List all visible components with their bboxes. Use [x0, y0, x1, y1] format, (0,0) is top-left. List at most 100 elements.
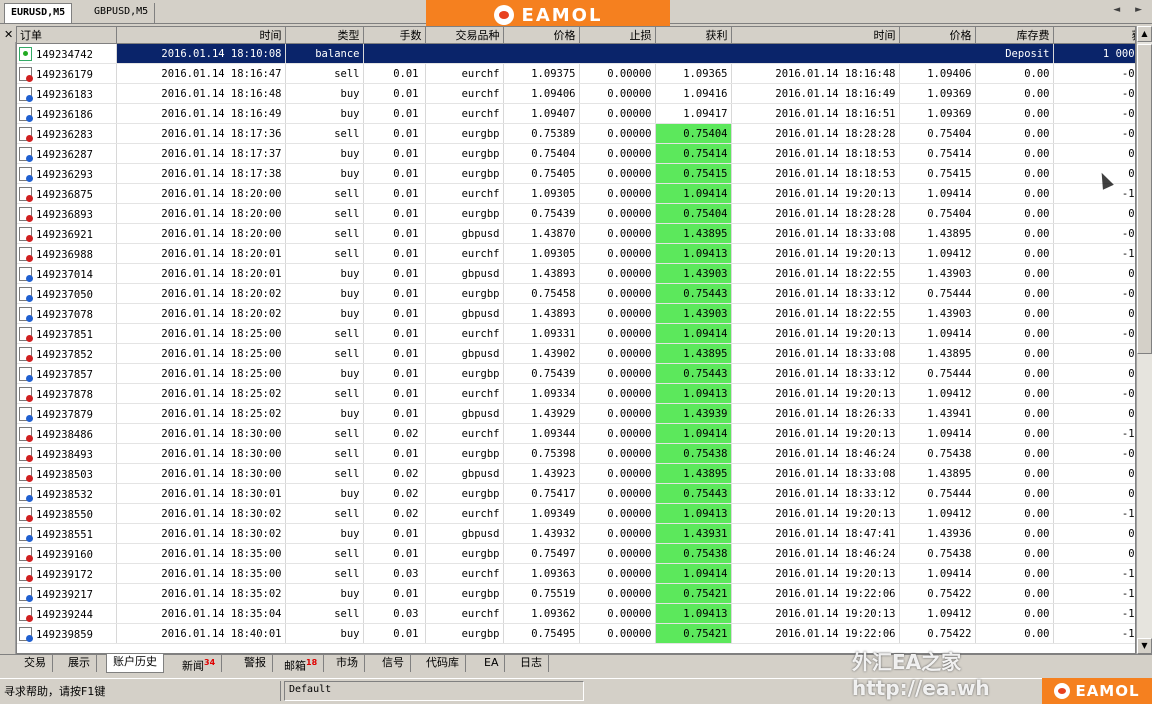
column-header[interactable]: 获利: [655, 27, 732, 44]
column-header[interactable]: 时间: [116, 27, 286, 44]
history-table: 订单时间类型手数交易品种价格止损获利时间价格库存费获利 149234742201…: [17, 27, 1135, 644]
tab-6[interactable]: 邮箱18: [278, 655, 325, 673]
scroll-up-icon[interactable]: ▲: [1137, 26, 1152, 42]
column-header[interactable]: 获利: [1053, 27, 1135, 44]
column-header[interactable]: 时间: [731, 27, 900, 44]
tab-2[interactable]: 展示: [62, 655, 97, 672]
tab-scroll-arrows[interactable]: ◄ ►: [1113, 5, 1148, 15]
brand-badge: EAMOL: [1042, 678, 1152, 704]
close-icon[interactable]: ✕: [4, 28, 13, 41]
table-row[interactable]: 149236988 2016.01.14 18:20:01 sell 0.01 eurc…: [17, 243, 1135, 264]
table-row[interactable]: 149236283 2016.01.14 18:17:36 sell 0.01 eurg…: [17, 123, 1135, 144]
column-header[interactable]: 库存费: [975, 27, 1054, 44]
table-row[interactable]: 149237878 2016.01.14 18:25:02 sell 0.01 eurc…: [17, 383, 1135, 404]
symbol-cell: gbpusd: [425, 223, 504, 244]
type-cell: buy: [285, 83, 364, 104]
table-row[interactable]: 149237879 2016.01.14 18:25:02 buy 0.01 gbpus…: [17, 403, 1135, 424]
column-header[interactable]: 价格: [899, 27, 976, 44]
table-row[interactable]: 149236293 2016.01.14 18:17:38 buy 0.01 eurgb…: [17, 163, 1135, 184]
status-dot: [26, 94, 33, 102]
column-header[interactable]: 止损: [579, 27, 656, 44]
price-cell: 0.75417: [503, 483, 580, 504]
column-header[interactable]: 订单: [17, 27, 117, 44]
sl-cell: 0.00000: [579, 203, 656, 224]
table-row[interactable]: 149236921 2016.01.14 18:20:00 sell 0.01 gbpu…: [17, 223, 1135, 244]
tab-4[interactable]: 新闻34: [176, 655, 223, 673]
tab-7[interactable]: 市场: [330, 655, 365, 672]
table-row[interactable]: 149236893 2016.01.14 18:20:00 sell 0.01 eurg…: [17, 203, 1135, 224]
tab-1[interactable]: 交易: [18, 655, 53, 672]
column-header[interactable]: 类型: [285, 27, 364, 44]
buy-order-icon: [19, 86, 33, 102]
tab-10[interactable]: EA: [478, 655, 506, 672]
time-cell: 2016.01.14 18:30:02: [116, 523, 286, 544]
time-cell: 2016.01.14 18:16:47: [116, 63, 286, 84]
table-row[interactable]: 149237050 2016.01.14 18:20:02 buy 0.01 eurgb…: [17, 283, 1135, 304]
time-cell: 2016.01.14 18:30:01: [116, 483, 286, 504]
order-cell: 149238551: [17, 523, 117, 544]
table-row[interactable]: 149236287 2016.01.14 18:17:37 buy 0.01 eurgb…: [17, 143, 1135, 164]
status-profile[interactable]: Default: [284, 681, 584, 701]
sl-cell: 0.00000: [579, 263, 656, 284]
tp-cell: 1.43895: [655, 223, 732, 244]
table-row[interactable]: 149238503 2016.01.14 18:30:00 sell 0.02 gbpu…: [17, 463, 1135, 484]
sl-cell: 0.00000: [579, 323, 656, 344]
sell-order-icon: [19, 426, 33, 442]
table-row[interactable]: 149239172 2016.01.14 18:35:00 sell 0.03 eurc…: [17, 563, 1135, 584]
time-cell: 2016.01.14 18:30:00: [116, 463, 286, 484]
table-row[interactable]: 149238486 2016.01.14 18:30:00 sell 0.02 eurc…: [17, 423, 1135, 444]
column-header[interactable]: 价格: [503, 27, 580, 44]
tab-3[interactable]: 账户历史: [106, 654, 164, 673]
order-cell: 149236988: [17, 243, 117, 264]
table-row[interactable]: 149238550 2016.01.14 18:30:02 sell 0.02 eurc…: [17, 503, 1135, 524]
buy-order-icon: [19, 406, 33, 422]
close-time-cell: 2016.01.14 19:20:13: [731, 183, 900, 204]
order-cell: 149236921: [17, 223, 117, 244]
table-row[interactable]: 149237078 2016.01.14 18:20:02 buy 0.01 gbpus…: [17, 303, 1135, 324]
table-row[interactable]: 149238551 2016.01.14 18:30:02 buy 0.01 gbpus…: [17, 523, 1135, 544]
chart-tab-gbpusd[interactable]: GBPUSD,M5: [88, 3, 156, 23]
table-row[interactable]: 149239160 2016.01.14 18:35:00 sell 0.01 eurg…: [17, 543, 1135, 564]
table-row[interactable]: 149239244 2016.01.14 18:35:04 sell 0.03 eurc…: [17, 603, 1135, 624]
tab-5[interactable]: 警报: [238, 655, 273, 672]
symbol-cell: eurchf: [425, 243, 504, 264]
table-row[interactable]: 149238493 2016.01.14 18:30:00 sell 0.01 eurg…: [17, 443, 1135, 464]
scroll-thumb[interactable]: [1137, 44, 1152, 354]
tab-11[interactable]: 日志: [514, 655, 549, 672]
table-row-deposit[interactable]: 149234742 2016.01.14 18:10:08 balance Depos…: [17, 43, 1135, 64]
order-number: 149234742: [36, 48, 93, 61]
profit-cell: -1.25: [1053, 503, 1135, 524]
vertical-scrollbar[interactable]: ▲ ▼: [1136, 26, 1152, 654]
table-row[interactable]: 149237857 2016.01.14 18:25:00 buy 0.01 eurgb…: [17, 363, 1135, 384]
table-row[interactable]: 149236875 2016.01.14 18:20:00 sell 0.01 eurc…: [17, 183, 1135, 204]
swap-cell: 0.00: [975, 303, 1054, 324]
column-header[interactable]: 手数: [363, 27, 426, 44]
tp-cell: 0.75404: [655, 123, 732, 144]
scroll-down-icon[interactable]: ▼: [1137, 638, 1152, 654]
table-row[interactable]: 149237851 2016.01.14 18:25:00 sell 0.01 eurc…: [17, 323, 1135, 344]
sl-cell: 0.00000: [579, 343, 656, 364]
table-row[interactable]: 149236183 2016.01.14 18:16:48 buy 0.01 eurch…: [17, 83, 1135, 104]
order-cell: 149236293: [17, 163, 117, 184]
sl-cell: 0.00000: [579, 563, 656, 584]
tab-9[interactable]: 代码库: [420, 655, 466, 672]
swap-cell: 0.00: [975, 463, 1054, 484]
table-row[interactable]: 149238532 2016.01.14 18:30:01 buy 0.02 eurgb…: [17, 483, 1135, 504]
table-row[interactable]: 149236179 2016.01.14 18:16:47 sell 0.01 eurc…: [17, 63, 1135, 84]
swap-cell: 0.00: [975, 283, 1054, 304]
chart-tab-eurusd[interactable]: EURUSD,M5: [4, 3, 73, 23]
close-price-cell: 1.43936: [899, 523, 976, 544]
swap-cell: 0.00: [975, 63, 1054, 84]
table-row[interactable]: 149237852 2016.01.14 18:25:00 sell 0.01 gbpu…: [17, 343, 1135, 364]
table-row[interactable]: 149239859 2016.01.14 18:40:01 buy 0.01 eurgb…: [17, 623, 1135, 644]
order-cell: 149236287: [17, 143, 117, 164]
tab-8[interactable]: 信号: [376, 655, 411, 672]
sl-cell: 0.00000: [579, 443, 656, 464]
sl-cell: 0.00000: [579, 183, 656, 204]
table-row[interactable]: 149236186 2016.01.14 18:16:49 buy 0.01 eurch…: [17, 103, 1135, 124]
table-row[interactable]: 149237014 2016.01.14 18:20:01 buy 0.01 gbpus…: [17, 263, 1135, 284]
column-header[interactable]: 交易品种: [425, 27, 504, 44]
symbol-cell: gbpusd: [425, 263, 504, 284]
type-cell: buy: [285, 623, 364, 644]
table-row[interactable]: 149239217 2016.01.14 18:35:02 buy 0.01 eurgb…: [17, 583, 1135, 604]
